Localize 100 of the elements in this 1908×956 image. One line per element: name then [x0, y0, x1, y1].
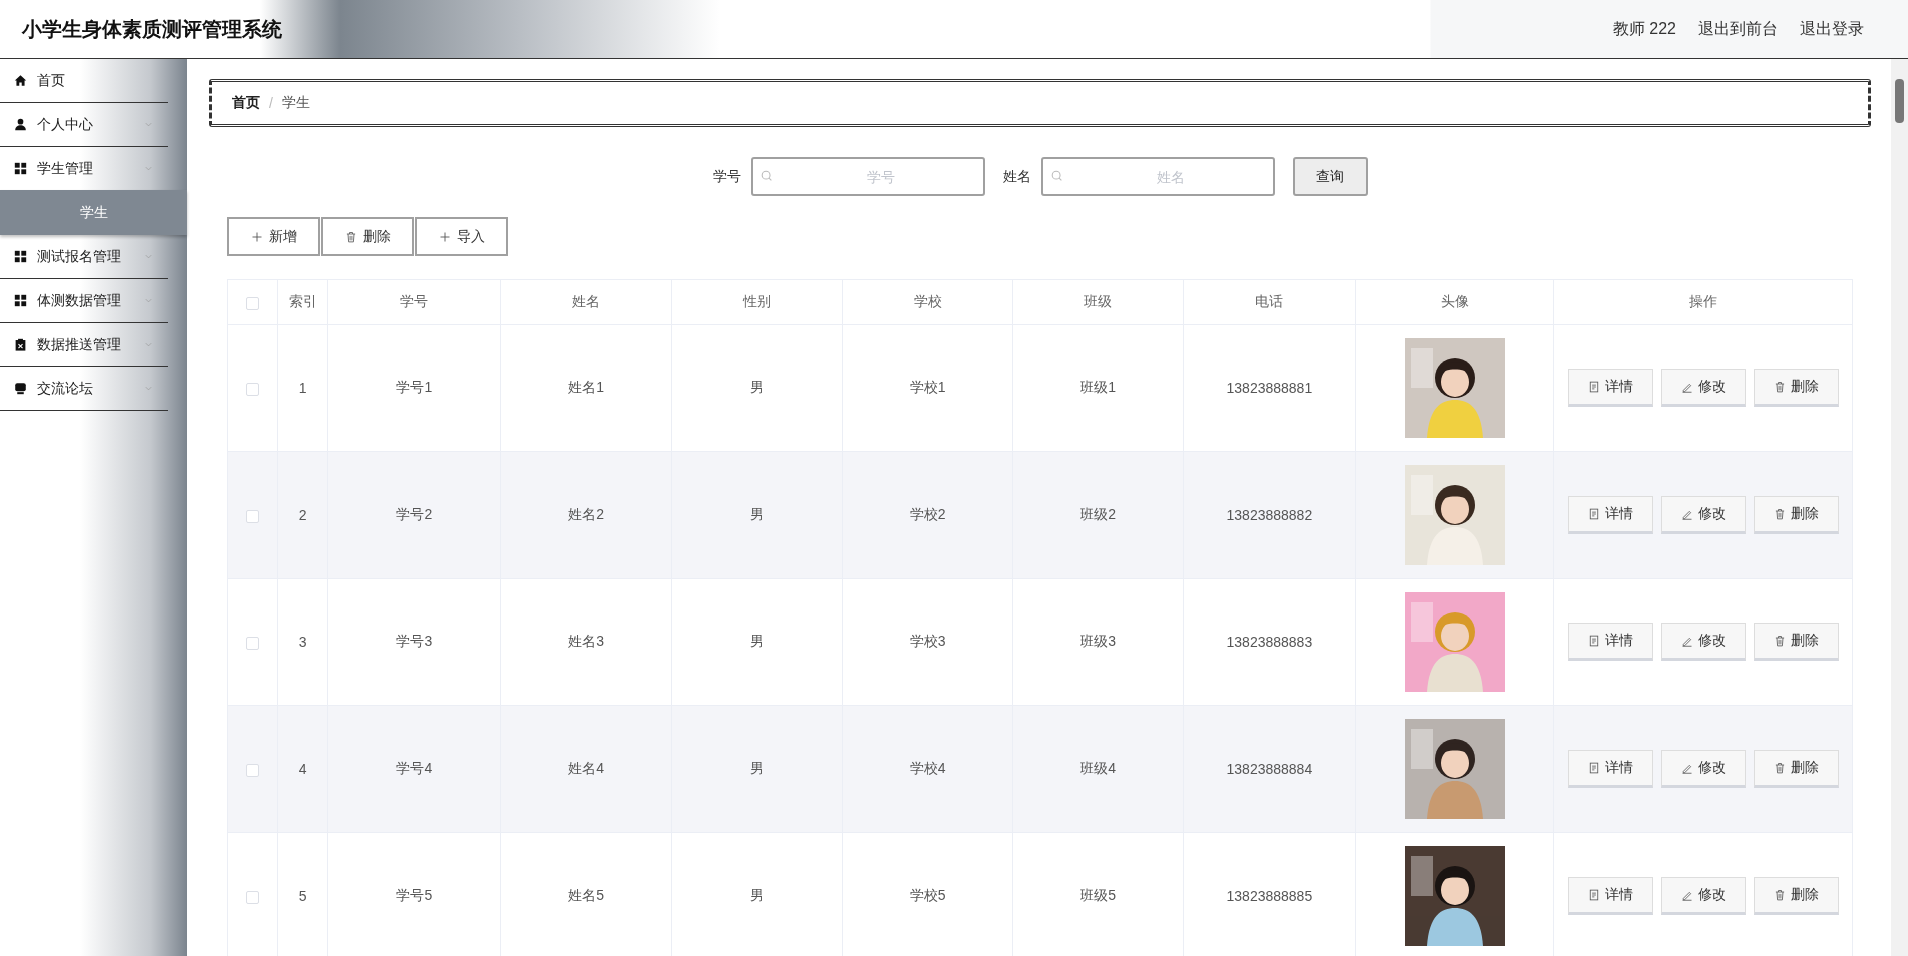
table-cell: 学号3 [396, 633, 433, 649]
table-cell: 姓名1 [568, 379, 604, 395]
pen-icon [1680, 635, 1693, 647]
table-cell: 学校1 [909, 379, 946, 395]
field-label: 学号 [712, 167, 741, 186]
column-header: 电话 [1255, 293, 1284, 309]
table-cell: 姓名2 [568, 506, 604, 522]
table-cell: 男 [749, 379, 764, 395]
table-cell: 学校3 [909, 633, 946, 649]
trash-icon [1773, 381, 1786, 393]
checkbox[interactable] [246, 296, 260, 310]
column-header: 学校 [913, 293, 942, 309]
menu-item[interactable]: 数据推送管理 [0, 323, 168, 367]
breadcrumb-separator: / [269, 95, 273, 111]
table-cell: 姓名5 [568, 887, 604, 903]
checkbox[interactable] [246, 890, 260, 904]
row-action-button[interactable]: 删除 [1753, 369, 1839, 407]
table-cell: 男 [749, 887, 764, 903]
pen-icon [1680, 508, 1693, 520]
table-cell: 班级3 [1080, 633, 1116, 649]
menu-item[interactable]: 体测数据管理 [0, 279, 168, 323]
row-action-button[interactable]: 详情 [1567, 369, 1653, 407]
column-header: 班级 [1084, 293, 1113, 309]
table-cell: 5 [298, 888, 307, 904]
row-action-button[interactable]: 删除 [1753, 877, 1839, 915]
row-action-button[interactable]: 删除 [1753, 623, 1839, 661]
person-icon [14, 118, 27, 131]
grid-icon [14, 162, 27, 175]
toolbar-button[interactable]: 新增 [227, 217, 320, 256]
monitor-icon [14, 382, 27, 395]
breadcrumb-link[interactable]: 首页 [232, 94, 260, 112]
table-cell: 13823888885 [1226, 888, 1313, 904]
header-link[interactable]: 退出到前台 [1698, 18, 1778, 40]
row-action-button[interactable]: 删除 [1753, 496, 1839, 534]
home-icon [14, 74, 27, 87]
menu-item[interactable]: 首页 [0, 59, 168, 103]
trash-icon [344, 230, 357, 243]
table-cell: 班级4 [1080, 760, 1116, 776]
menu-item[interactable]: 个人中心 [0, 103, 168, 147]
checkbox[interactable] [246, 382, 260, 396]
toolbar-button[interactable]: 删除 [321, 217, 414, 256]
plus-icon [438, 230, 451, 243]
table-cell: 13823888884 [1226, 761, 1313, 777]
row-action-button[interactable]: 修改 [1660, 369, 1746, 407]
scrollbar[interactable] [1891, 59, 1908, 956]
checkbox[interactable] [246, 636, 260, 650]
table-cell: 13823888882 [1226, 507, 1313, 523]
row-action-button[interactable]: 详情 [1567, 623, 1653, 661]
field-label: 姓名 [1002, 167, 1031, 186]
row-action-button[interactable]: 修改 [1660, 623, 1746, 661]
table-cell: 学号2 [396, 506, 433, 522]
table-cell: 学校5 [909, 887, 946, 903]
submenu-item[interactable]: 学生 [0, 190, 187, 235]
user-name: 教师 222 [1612, 18, 1676, 39]
pen-icon [1680, 381, 1693, 393]
trash-icon [1773, 762, 1786, 774]
table-cell: 学校2 [909, 506, 946, 522]
column-header: 索引 [288, 293, 317, 309]
table-cell: 班级2 [1080, 506, 1116, 522]
table-cell: 班级5 [1080, 887, 1116, 903]
menu-item[interactable]: 交流论坛 [0, 367, 168, 411]
checkbox[interactable] [246, 509, 260, 523]
trash-icon [1773, 508, 1786, 520]
clipboard-icon [14, 338, 27, 351]
checkbox[interactable] [246, 763, 260, 777]
column-header: 操作 [1689, 293, 1718, 309]
toolbar-button[interactable]: 导入 [415, 217, 508, 256]
document-icon [1587, 508, 1600, 520]
table-cell: 班级1 [1080, 379, 1116, 395]
table-cell: 男 [749, 633, 764, 649]
document-icon [1587, 889, 1600, 901]
row-action-button[interactable]: 删除 [1753, 750, 1839, 788]
table-cell: 男 [749, 506, 764, 522]
table-cell: 3 [298, 634, 307, 650]
row-action-button[interactable]: 详情 [1567, 750, 1653, 788]
row-action-button[interactable]: 详情 [1567, 496, 1653, 534]
column-header: 头像 [1440, 293, 1469, 309]
table-cell: 13823888881 [1226, 380, 1313, 396]
trash-icon [1773, 635, 1786, 647]
search-field[interactable]: 学号 [750, 157, 985, 196]
search-icon [1049, 169, 1064, 183]
row-action-button[interactable]: 详情 [1567, 877, 1653, 915]
document-icon [1587, 635, 1600, 647]
row-action-button[interactable]: 修改 [1660, 750, 1746, 788]
table-cell: 学号4 [396, 760, 433, 776]
row-action-button[interactable]: 修改 [1660, 496, 1746, 534]
row-action-button[interactable]: 修改 [1660, 877, 1746, 915]
query-button[interactable]: 查询 [1292, 157, 1368, 196]
table-cell: 1 [298, 380, 307, 396]
table-cell: 姓名4 [568, 760, 604, 776]
table-cell: 学号1 [396, 379, 433, 395]
document-icon [1587, 381, 1600, 393]
breadcrumb-link[interactable]: 学生 [281, 94, 310, 112]
document-icon [1587, 762, 1600, 774]
plus-icon [250, 230, 263, 243]
column-header: 学号 [400, 293, 429, 309]
table-cell: 2 [298, 507, 307, 523]
menu-item[interactable]: 测试报名管理 [0, 235, 168, 279]
header-link[interactable]: 退出登录 [1800, 18, 1864, 40]
search-field[interactable]: 姓名 [1040, 157, 1275, 196]
